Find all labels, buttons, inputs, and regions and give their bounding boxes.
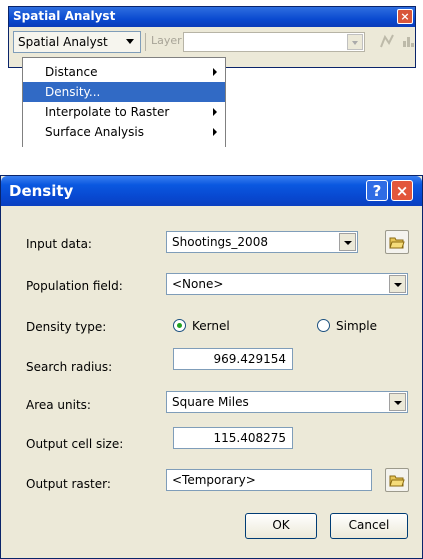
population-field-value: <None> xyxy=(172,277,224,291)
ok-button[interactable]: OK xyxy=(245,513,317,539)
menu-item-interpolate-to-raster[interactable]: Interpolate to Raster xyxy=(23,102,225,122)
radio-unselected-icon xyxy=(317,319,330,332)
search-radius-input[interactable]: 969.429154 xyxy=(173,348,293,370)
input-data-combobox[interactable]: Shootings_2008 xyxy=(166,231,358,253)
radio-selected-icon xyxy=(173,319,186,332)
menu-item-density[interactable]: Density... xyxy=(23,82,225,102)
radio-kernel-label: Kernel xyxy=(192,319,230,333)
submenu-arrow-icon xyxy=(213,128,217,136)
radio-simple-label: Simple xyxy=(336,319,377,333)
spatial-analyst-menu-button[interactable]: Spatial Analyst xyxy=(13,31,141,53)
area-units-combobox[interactable]: Square Miles xyxy=(166,391,408,413)
chevron-down-icon[interactable] xyxy=(389,275,406,293)
population-field-combobox[interactable]: <None> xyxy=(166,273,408,295)
spatial-analyst-dropdown-menu: Distance Density... Interpolate to Raste… xyxy=(22,57,226,147)
input-data-value: Shootings_2008 xyxy=(172,235,268,249)
output-cell-size-label: Output cell size: xyxy=(26,437,124,451)
radio-kernel[interactable]: Kernel xyxy=(173,319,230,333)
cancel-button[interactable]: Cancel xyxy=(330,513,408,539)
area-units-value: Square Miles xyxy=(172,395,249,409)
chevron-down-icon[interactable] xyxy=(339,233,356,251)
help-icon[interactable]: ? xyxy=(366,180,388,201)
menu-item-label: Distance xyxy=(45,65,98,79)
chevron-down-icon[interactable] xyxy=(389,393,406,411)
chart-tool-icon[interactable] xyxy=(401,33,417,49)
layer-label: Layer xyxy=(151,34,182,47)
layer-combobox[interactable] xyxy=(183,32,365,52)
menu-item-label: Density... xyxy=(45,85,101,99)
population-field-label: Population field: xyxy=(26,279,123,293)
output-raster-label: Output raster: xyxy=(26,477,111,491)
menu-item-distance[interactable]: Distance xyxy=(23,62,225,82)
menu-item-surface-analysis[interactable]: Surface Analysis xyxy=(23,122,225,142)
density-dialog: Density ? × Input data: Shootings_2008 P… xyxy=(0,175,423,559)
browse-input-button[interactable] xyxy=(385,230,409,254)
close-icon[interactable]: × xyxy=(391,180,413,201)
output-raster-input[interactable]: <Temporary> xyxy=(166,469,372,491)
menu-item-label: Surface Analysis xyxy=(45,125,144,139)
spatial-analyst-menu-label: Spatial Analyst xyxy=(18,35,108,49)
submenu-arrow-icon xyxy=(213,108,217,116)
histogram-tool-icon[interactable] xyxy=(379,33,395,49)
layer-dropdown-arrow-icon[interactable] xyxy=(347,34,363,50)
submenu-arrow-icon xyxy=(213,68,217,76)
toolbar-close-icon[interactable]: × xyxy=(397,9,413,24)
open-folder-icon xyxy=(389,475,405,487)
chevron-down-icon xyxy=(126,39,134,44)
toolbar-titlebar[interactable]: Spatial Analyst × xyxy=(9,7,415,27)
toolbar-separator xyxy=(145,33,146,51)
search-radius-label: Search radius: xyxy=(26,360,113,374)
toolbar-title: Spatial Analyst xyxy=(13,9,116,23)
output-cell-size-input[interactable]: 115.408275 xyxy=(173,427,293,449)
density-type-label: Density type: xyxy=(26,320,107,334)
area-units-label: Area units: xyxy=(26,398,91,412)
menu-item-label: Interpolate to Raster xyxy=(45,105,170,119)
input-data-label: Input data: xyxy=(26,237,92,251)
open-folder-icon xyxy=(389,237,405,249)
radio-simple[interactable]: Simple xyxy=(317,319,377,333)
dialog-title: Density xyxy=(9,182,74,200)
dialog-titlebar[interactable]: Density ? × xyxy=(1,176,422,206)
browse-output-button[interactable] xyxy=(385,468,409,492)
